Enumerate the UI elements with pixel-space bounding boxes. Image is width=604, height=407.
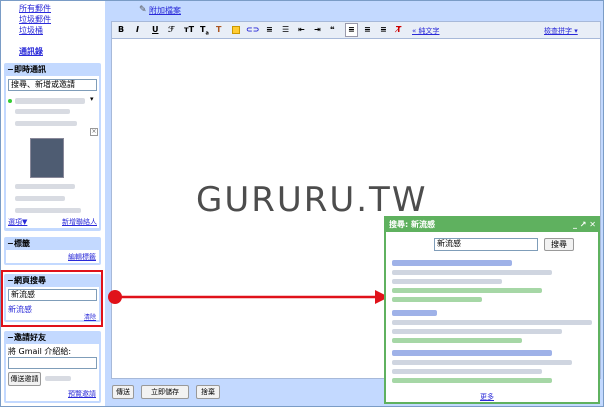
indent-more-icon[interactable]: ⇥ [314,25,321,34]
chat-search-input[interactable]: 搜尋、新增或邀請 [8,79,97,91]
watermark: GURURU.TW [196,180,428,220]
chat-header[interactable]: −即時通訊 [4,63,101,76]
highlight-color-icon[interactable]: T [216,25,221,34]
align-center-icon[interactable]: ≡ [364,25,371,34]
invite-title: 邀請好友 [14,333,46,342]
link-trash[interactable]: 垃圾桶 [19,26,43,35]
left-sidebar: 所有郵件 垃圾郵件 垃圾桶 通訊錄 −即時通訊 搜尋、新增或邀請 ▾ × 選項▼… [1,1,103,406]
add-contact-link[interactable]: 新增聯絡人 [62,218,97,226]
gadget-search-button[interactable]: 搜尋 [544,238,574,251]
align-left-icon[interactable]: ≡ [345,23,358,37]
collapse-icon[interactable]: − [7,331,14,344]
close-icon[interactable]: × [90,128,98,136]
gadget-header: 搜尋: 新流感 _ ↗ ✕ [386,218,598,232]
status-dot-icon [8,99,12,103]
paperclip-icon: ✎ [139,5,147,15]
discard-button[interactable]: 捨棄 [196,385,220,399]
gadget-search-input[interactable]: 新流感 [434,238,538,251]
folder-links: 所有郵件 垃圾郵件 垃圾桶 [19,3,51,36]
align-right-icon[interactable]: ≡ [380,25,387,34]
search-gadget: 搜尋: 新流感 _ ↗ ✕ 新流感 搜尋 更多 [384,216,600,404]
collapse-icon[interactable]: − [7,63,14,76]
invite-box: −邀請好友 將 Gmail 介紹給: 傳送邀請 預覽邀請 [4,331,101,403]
font-size-icon[interactable]: ᴛT [184,25,194,34]
text-color-icon[interactable]: Ta [200,25,209,37]
invite-prompt: 將 Gmail 介紹給: [8,347,72,356]
invite-email-input[interactable] [8,357,97,369]
indent-less-icon[interactable]: ⇤ [298,25,305,34]
link-icon[interactable]: ⊂⊃ [246,25,259,34]
underline-icon[interactable]: U [152,25,159,34]
labels-title: 標籤 [14,239,30,248]
remove-format-icon[interactable]: T̸ [396,25,401,34]
result-title[interactable] [392,350,552,356]
chat-options-link[interactable]: 選項▼ [8,218,27,226]
italic-icon[interactable]: I [136,25,139,34]
format-toolbar: B I U ℱ ᴛT Ta T ⊂⊃ ≡ ☰ ⇤ ⇥ ❝ ≡ ≡ ≡ T̸ « … [111,21,601,39]
window-controls-icon[interactable]: _ ↗ ✕ [573,218,596,232]
avatar [30,138,64,178]
numbered-list-icon[interactable]: ≡ [266,25,273,34]
attach-file-link[interactable]: 附加檔案 [149,5,181,16]
bullet-list-icon[interactable]: ☰ [282,25,289,34]
gadget-title: 搜尋: 新流感 [389,220,435,229]
chevron-down-icon[interactable]: ▾ [90,95,94,103]
attach-row: ✎ 附加檔案 [105,1,603,19]
highlight-box [1,270,103,327]
labels-header[interactable]: −標籤 [4,237,101,250]
arrow-annotation [108,290,389,304]
quote-icon[interactable]: ❝ [330,25,335,34]
chat-contact[interactable] [15,98,85,104]
send-button[interactable]: 傳送 [112,385,134,399]
save-now-button[interactable]: 立即儲存 [141,385,189,399]
result-title[interactable] [392,260,512,266]
edit-labels-link[interactable]: 編輯標籤 [68,253,96,261]
preview-invite-link[interactable]: 預覽邀請 [68,390,96,398]
more-results-link[interactable]: 更多 [480,393,494,401]
link-spam[interactable]: 垃圾郵件 [19,15,51,24]
labels-box: −標籤 編輯標籤 [4,237,101,265]
send-invite-button[interactable]: 傳送邀請 [8,372,41,386]
link-contacts[interactable]: 通訊錄 [19,47,43,56]
result-title[interactable] [392,310,437,316]
font-icon[interactable]: ℱ [168,25,174,34]
spellcheck-link[interactable]: 檢查拼字 ▾ [544,26,578,36]
link-all-mail[interactable]: 所有郵件 [19,4,51,13]
invite-header[interactable]: −邀請好友 [4,331,101,344]
collapse-icon[interactable]: − [7,237,14,250]
chat-title: 即時通訊 [14,65,46,74]
plain-text-link[interactable]: « 純文字 [412,26,440,36]
bold-icon[interactable]: B [118,25,124,34]
emoji-icon[interactable] [232,26,240,34]
chat-box: −即時通訊 搜尋、新增或邀請 ▾ × 選項▼ 新增聯絡人 [4,63,101,231]
